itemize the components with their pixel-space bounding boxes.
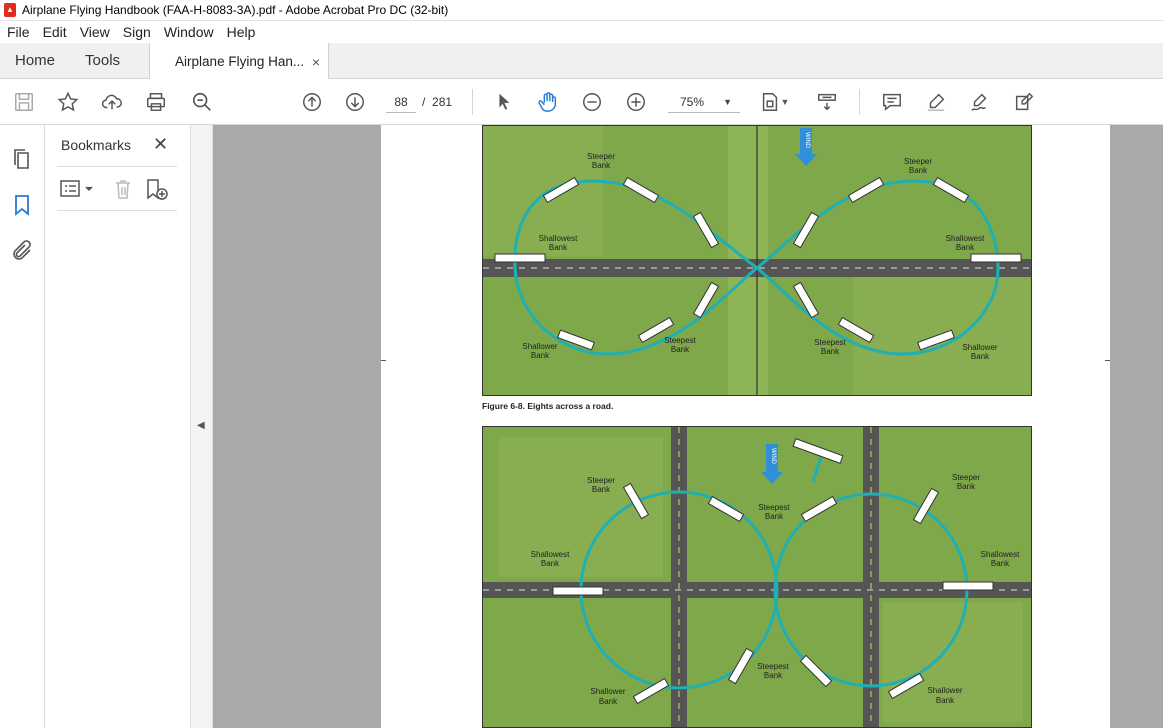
select-cursor-icon[interactable] [492, 90, 516, 114]
page-margin-mark [1105, 360, 1110, 361]
label-steepest: Steepest [664, 336, 696, 345]
panel-divider [57, 166, 177, 167]
wind-label: WIND [770, 448, 776, 465]
menu-sign[interactable]: Sign [116, 24, 157, 40]
previous-page-icon[interactable] [300, 90, 324, 114]
page-total: / 281 [422, 95, 453, 109]
page-number-input[interactable]: 88 [386, 91, 416, 113]
page-margin-mark [381, 360, 386, 361]
label-shallower: Shallower [590, 687, 625, 696]
close-panel-icon[interactable]: ✕ [153, 134, 168, 155]
bookmark-icon[interactable] [10, 193, 34, 217]
menu-edit[interactable]: Edit [36, 24, 73, 40]
hand-tool-icon[interactable] [536, 90, 560, 114]
chevron-down-icon: ▼ [723, 97, 732, 107]
bookmarks-panel: Bookmarks ✕ [45, 125, 191, 728]
menu-file[interactable]: File [0, 24, 36, 40]
svg-text:Bank: Bank [821, 347, 840, 356]
label-shallowest: Shallowest [981, 550, 1020, 559]
svg-text:Bank: Bank [671, 345, 690, 354]
close-tab-icon[interactable]: × [312, 54, 320, 70]
label-shallowest: Shallowest [946, 234, 985, 243]
label-steeper: Steeper [952, 473, 980, 482]
panel-divider [57, 210, 177, 211]
tab-bar: Home Tools Airplane Flying Han... × [0, 43, 1163, 80]
next-page-icon[interactable] [343, 90, 367, 114]
document-tab-label: Airplane Flying Han... [175, 54, 305, 69]
svg-text:Bank: Bank [599, 697, 618, 706]
attachment-paperclip-icon[interactable] [10, 239, 34, 263]
svg-text:Bank: Bank [956, 243, 975, 252]
svg-text:Bank: Bank [764, 671, 783, 680]
save-icon[interactable] [12, 90, 36, 114]
draw-sign-icon[interactable] [968, 90, 992, 114]
svg-text:Bank: Bank [957, 482, 976, 491]
label-steepest: Steepest [757, 662, 789, 671]
bookmark-options-icon[interactable] [59, 178, 95, 200]
label-shallower: Shallower [962, 343, 997, 352]
delete-bookmark-icon[interactable] [113, 178, 133, 200]
label-shallower: Shallower [927, 686, 962, 695]
new-bookmark-icon[interactable] [145, 178, 169, 200]
zoom-out-icon[interactable] [580, 90, 604, 114]
menu-help[interactable]: Help [220, 24, 262, 40]
label-shallowest: Shallowest [539, 234, 578, 243]
label-steepest: Steepest [814, 338, 846, 347]
zoom-level-select[interactable]: 75% ▼ [668, 91, 740, 113]
comment-icon[interactable] [880, 90, 904, 114]
figure-eights-around-intersection: WIND Steeper Bank Steeper Bank Steepest Ban… [482, 426, 1032, 728]
highlight-pen-icon[interactable] [924, 90, 948, 114]
figure-caption: Figure 6-8. Eights across a road. [482, 401, 614, 411]
tab-tools[interactable]: Tools [70, 43, 135, 78]
title-bar: ▲ Airplane Flying Handbook (FAA-H-8083-3… [0, 0, 1163, 21]
zoom-in-icon[interactable] [624, 90, 648, 114]
wind-label: WIND [804, 132, 810, 149]
document-viewer[interactable]: WIND Steeper Bank Steeper Bank Shallowest B… [213, 125, 1163, 728]
toolbar-divider [472, 89, 473, 115]
collapse-arrow-icon[interactable]: ◀ [197, 420, 205, 431]
label-shallower: Shallower [522, 342, 557, 351]
menu-bar: File Edit View Sign Window Help [0, 21, 1163, 43]
svg-text:Bank: Bank [971, 352, 990, 361]
page-thumbnails-icon[interactable] [10, 147, 34, 171]
label-steeper: Steeper [904, 157, 932, 166]
star-icon[interactable] [56, 90, 80, 114]
tab-home[interactable]: Home [0, 43, 70, 78]
toolbar-divider [859, 89, 860, 115]
svg-text:Bank: Bank [909, 166, 928, 175]
navigation-rail [0, 125, 45, 728]
label-steeper: Steeper [587, 476, 615, 485]
svg-text:Bank: Bank [541, 559, 560, 568]
svg-text:Bank: Bank [991, 559, 1010, 568]
label-steepest: Steepest [758, 503, 790, 512]
scroll-mode-icon[interactable] [815, 90, 839, 114]
label-steeper: Steeper [587, 152, 615, 161]
svg-text:Bank: Bank [936, 696, 955, 705]
upload-cloud-icon[interactable] [100, 90, 124, 114]
toolbar: 88 / 281 75% ▼ ▼ [0, 79, 1163, 125]
menu-view[interactable]: View [73, 24, 116, 40]
svg-text:Bank: Bank [765, 512, 784, 521]
svg-text:Bank: Bank [531, 351, 550, 360]
menu-window[interactable]: Window [157, 24, 220, 40]
acrobat-pdf-icon: ▲ [4, 3, 16, 17]
pdf-page: WIND Steeper Bank Steeper Bank Shallowest B… [381, 125, 1110, 728]
panel-collapse-strip[interactable]: ◀ [191, 125, 213, 728]
svg-text:Bank: Bank [549, 243, 568, 252]
zoom-search-icon[interactable] [190, 90, 214, 114]
window-title: Airplane Flying Handbook (FAA-H-8083-3A)… [22, 3, 449, 17]
print-icon[interactable] [144, 90, 168, 114]
figure-eights-across-road: WIND Steeper Bank Steeper Bank Shallowest B… [482, 125, 1032, 396]
label-shallowest: Shallowest [531, 550, 570, 559]
page-fit-icon[interactable] [758, 90, 782, 114]
chevron-down-icon[interactable]: ▼ [780, 90, 790, 114]
tab-document[interactable]: Airplane Flying Han... × [149, 43, 330, 80]
edit-pdf-icon[interactable] [1012, 90, 1036, 114]
svg-text:Bank: Bank [592, 161, 611, 170]
bookmarks-title: Bookmarks [61, 137, 132, 153]
svg-text:Bank: Bank [592, 485, 611, 494]
